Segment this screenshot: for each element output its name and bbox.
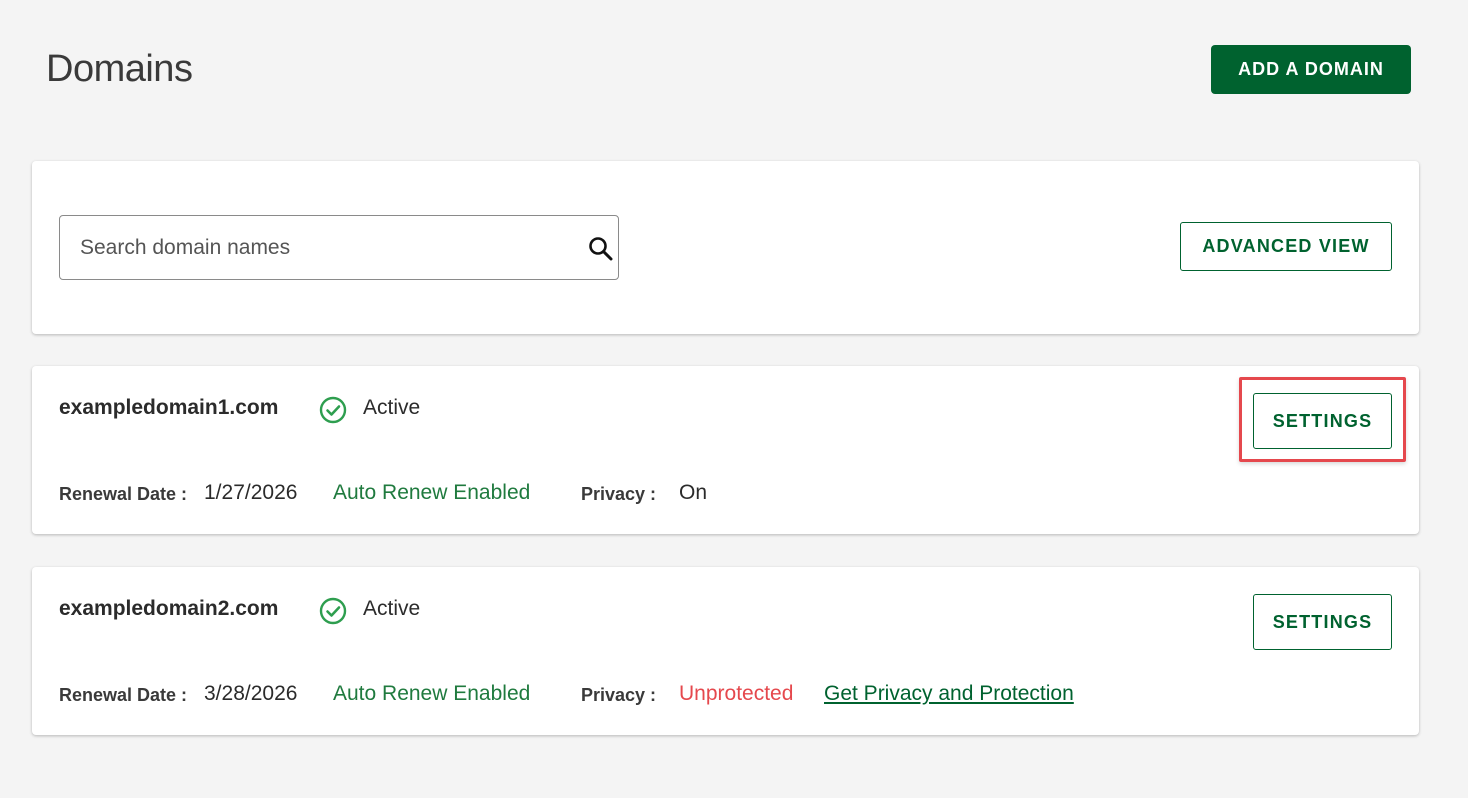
renewal-date-label: Renewal Date : — [59, 685, 188, 705]
domains-page: Domains ADD A DOMAIN ADVANCED VIEW examp… — [0, 0, 1468, 798]
renewal-date-value: 3/28/2026 — [204, 682, 298, 705]
settings-button[interactable]: SETTINGS — [1253, 594, 1392, 650]
check-circle-icon — [319, 396, 347, 424]
auto-renew-status: Auto Renew Enabled — [333, 481, 531, 504]
privacy-label: Privacy : — [581, 484, 657, 504]
privacy-label: Privacy : — [581, 685, 657, 705]
page-title: Domains — [46, 48, 193, 90]
search-input[interactable] — [60, 216, 580, 279]
privacy-value: On — [679, 481, 708, 504]
domain-card: exampledomain1.com Active SETTINGS Renew… — [32, 366, 1419, 534]
renewal-date-value: 1/27/2026 — [204, 481, 298, 504]
check-circle-icon — [319, 597, 347, 625]
search-icon[interactable] — [588, 236, 614, 262]
settings-button[interactable]: SETTINGS — [1253, 393, 1392, 449]
search-card: ADVANCED VIEW — [32, 161, 1419, 334]
status-label: Active — [363, 597, 421, 620]
search-field[interactable] — [59, 215, 619, 280]
domain-name: exampledomain1.com — [59, 396, 279, 419]
renewal-date-label: Renewal Date : — [59, 484, 188, 504]
status-label: Active — [363, 396, 421, 419]
add-domain-button[interactable]: ADD A DOMAIN — [1211, 45, 1411, 94]
domain-name: exampledomain2.com — [59, 597, 279, 620]
auto-renew-status: Auto Renew Enabled — [333, 682, 531, 705]
domain-card: exampledomain2.com Active SETTINGS Renew… — [32, 567, 1419, 735]
advanced-view-button[interactable]: ADVANCED VIEW — [1180, 222, 1392, 271]
privacy-value: Unprotected — [679, 682, 794, 705]
get-privacy-link[interactable]: Get Privacy and Protection — [824, 682, 1074, 706]
